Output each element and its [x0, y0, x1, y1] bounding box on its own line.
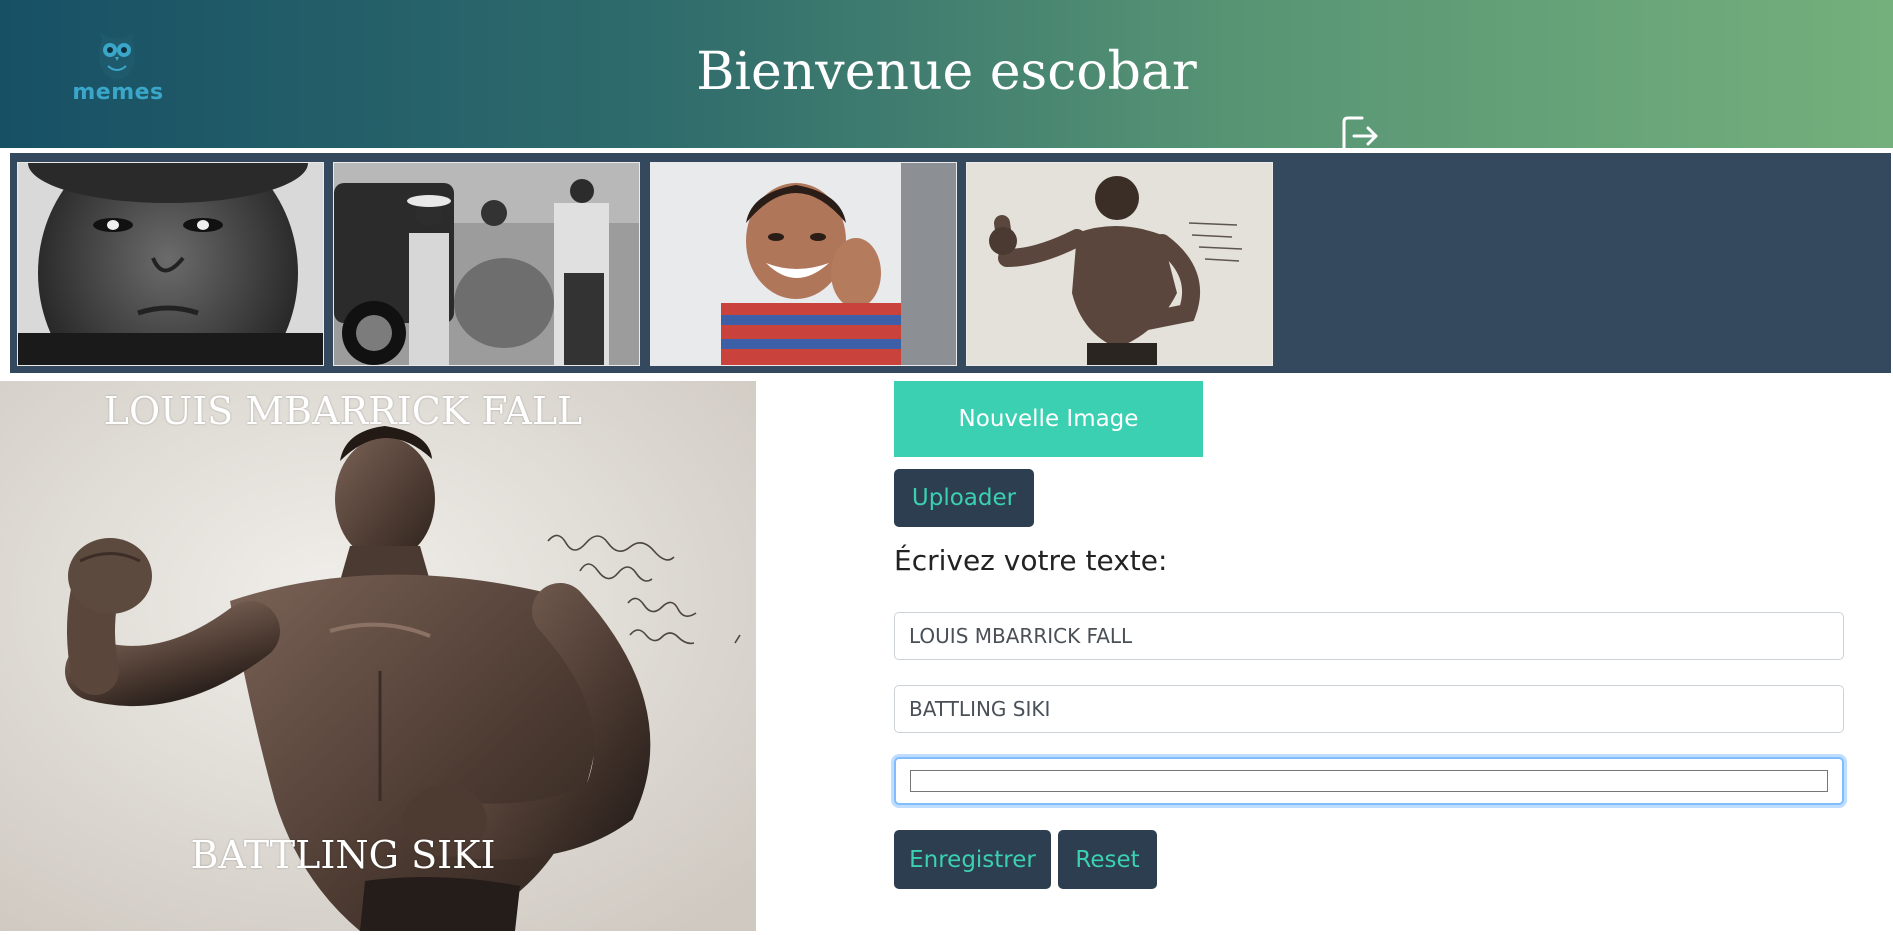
- meme-preview: LOUIS MBARRICK FALL BATTLING SIKI: [0, 381, 756, 931]
- reset-button[interactable]: Reset: [1058, 830, 1157, 889]
- new-image-button[interactable]: Nouvelle Image: [894, 381, 1203, 457]
- top-text-field[interactable]: LOUIS MBARRICK FALL: [894, 612, 1844, 660]
- boxer-sepia-image: [967, 163, 1272, 365]
- upload-button[interactable]: Uploader: [894, 469, 1034, 527]
- family-car-bw-image: [334, 163, 639, 365]
- file-input-field[interactable]: [894, 757, 1844, 805]
- save-button[interactable]: Enregistrer: [894, 830, 1051, 889]
- meme-bottom-text: BATTLING SIKI: [190, 833, 496, 877]
- bottom-text-value: BATTLING SIKI: [909, 697, 1051, 721]
- smiling-child-image: [651, 163, 956, 365]
- image-gallery: [10, 153, 1891, 373]
- thumbnail-family-car[interactable]: [333, 162, 640, 366]
- top-text-value: LOUIS MBARRICK FALL: [909, 624, 1133, 648]
- thumbnail-smiling-child[interactable]: [650, 162, 957, 366]
- portrait-boy-bw-image: [18, 163, 323, 365]
- meme-top-text: LOUIS MBARRICK FALL: [103, 389, 583, 433]
- thumbnail-boxer[interactable]: [966, 162, 1273, 366]
- text-prompt-label: Écrivez votre texte:: [894, 544, 1168, 577]
- bottom-text-field[interactable]: BATTLING SIKI: [894, 685, 1844, 733]
- page-title: Bienvenue escobar: [696, 42, 1197, 102]
- header: memes Bienvenue escobar: [0, 0, 1893, 156]
- thumbnail-portrait-boy[interactable]: [17, 162, 324, 366]
- file-input[interactable]: [910, 770, 1828, 792]
